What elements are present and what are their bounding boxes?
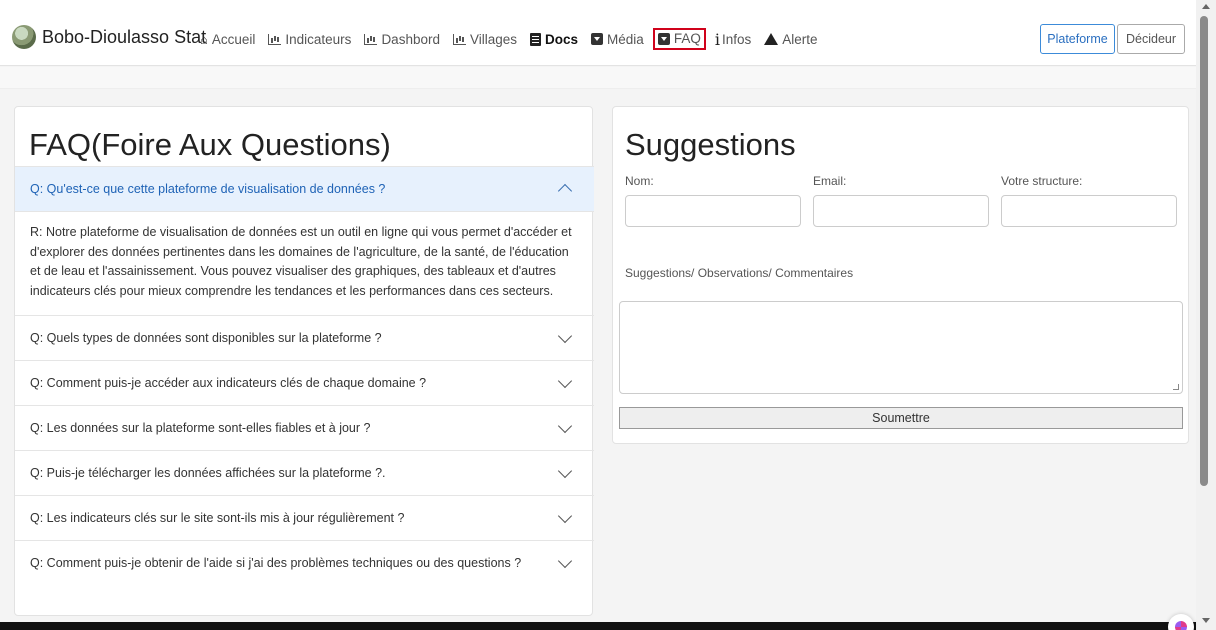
submit-button[interactable]: Soumettre [619,407,1183,429]
faq-title: FAQ(Foire Aux Questions) [29,127,391,162]
faq-question-header[interactable]: Q: Puis-je télécharger les données affic… [15,451,594,495]
nav-indicateurs[interactable]: Indicateurs [268,32,351,47]
structure-input[interactable] [1001,195,1177,227]
nom-input[interactable] [625,195,801,227]
nav-villages[interactable]: Villages [452,31,518,47]
nom-label: Nom: [625,174,654,188]
assistant-button[interactable] [1168,614,1194,630]
nav-infos[interactable]: i Infos [715,30,751,49]
faq-accordion: Q: Qu'est-ce que cette plateforme de vis… [15,166,594,585]
brand-logo [12,25,36,49]
faq-question: Q: Quels types de données sont disponibl… [30,331,382,345]
nav-docs[interactable]: Docs [530,32,578,47]
faq-card: FAQ(Foire Aux Questions) Q: Qu'est-ce qu… [14,106,594,616]
decideur-button[interactable]: Décideur [1117,24,1185,54]
main-nav: ⌂ Accueil Indicateurs Dashbord Villages … [200,28,831,50]
nav-alerte[interactable]: Alerte [764,31,818,47]
media-icon [591,33,604,45]
faq-item: Q: Quels types de données sont disponibl… [15,315,594,360]
chevron-up-icon [557,183,573,199]
faq-question-header[interactable]: Q: Quels types de données sont disponibl… [15,316,594,360]
suggestions-title: Suggestions [625,127,796,162]
chevron-down-icon [557,328,573,344]
chevron-down-icon [557,553,573,569]
nav-docs-label: Docs [545,31,579,47]
faq-item: Q: Les indicateurs clés sur le site sont… [15,495,594,540]
comments-textarea[interactable] [619,301,1183,394]
nav-alerte-label: Alerte [782,31,818,47]
faq-answer: R: Notre plateforme de visualisation de … [15,211,594,315]
faq-question: Q: Comment puis-je obtenir de l'aide si … [30,556,522,570]
brand[interactable]: Bobo-Dioulasso Stat [12,24,206,50]
faq-question: Q: Puis-je télécharger les données affic… [30,466,386,480]
nav-villages-label: Villages [469,31,518,47]
faq-question-header[interactable]: Q: Qu'est-ce que cette plateforme de vis… [15,167,594,211]
comments-label: Suggestions/ Observations/ Commentaires [625,266,854,280]
bottom-edge [0,622,1196,630]
scroll-up-arrow-icon[interactable] [1202,4,1210,9]
email-input[interactable] [813,195,989,227]
bar-chart-icon [268,33,282,45]
home-icon: ⌂ [200,31,208,47]
chevron-down-icon [557,463,573,479]
nav-media-label: Média [607,31,644,47]
nav-dashbord[interactable]: Dashbord [364,32,440,47]
nav-indicateurs-label: Indicateurs [285,31,352,47]
faq-item: Q: Les données sur la plateforme sont-el… [15,405,594,450]
faq-question: Q: Qu'est-ce que cette plateforme de vis… [30,182,386,196]
warning-icon [764,33,779,45]
chevron-down-icon [557,508,573,524]
faq-question: Q: Les données sur la plateforme sont-el… [30,421,371,435]
view-toggle: Plateforme Décideur [1040,24,1185,54]
nav-media[interactable]: Média [591,32,644,47]
faq-item: Q: Puis-je télécharger les données affic… [15,450,594,495]
structure-label: Votre structure: [1001,174,1083,188]
scroll-down-arrow-icon[interactable] [1202,618,1210,623]
bar-chart-icon [452,33,466,45]
faq-item: Q: Qu'est-ce que cette plateforme de vis… [15,166,594,315]
bar-chart-icon [364,33,378,45]
faq-question-header[interactable]: Q: Comment puis-je accéder aux indicateu… [15,361,594,405]
top-navbar: Bobo-Dioulasso Stat ⌂ Accueil Indicateur… [0,0,1196,66]
nav-accueil[interactable]: ⌂ Accueil [200,32,255,47]
faq-question: Q: Comment puis-je accéder aux indicateu… [30,376,427,390]
faq-item: Q: Comment puis-je obtenir de l'aide si … [15,540,594,585]
brain-icon [1175,621,1187,630]
faq-question: Q: Les indicateurs clés sur le site sont… [30,511,405,525]
faq-question-header[interactable]: Q: Les indicateurs clés sur le site sont… [15,496,594,540]
brand-name: Bobo-Dioulasso Stat [42,26,207,47]
plateforme-button[interactable]: Plateforme [1040,24,1115,54]
nav-infos-label: Infos [721,31,752,47]
document-icon [530,32,542,46]
chevron-down-icon [557,418,573,434]
sub-header [0,67,1196,89]
faq-question-header[interactable]: Q: Comment puis-je obtenir de l'aide si … [15,541,594,585]
nav-faq[interactable]: FAQ [652,28,706,50]
nav-dashbord-label: Dashbord [381,31,440,47]
info-icon: i [714,29,720,49]
nav-faq-label: FAQ [673,31,701,46]
faq-icon [657,32,670,45]
faq-item: Q: Comment puis-je accéder aux indicateu… [15,360,594,405]
suggestions-card: Suggestions Nom: Email: Votre structure:… [612,106,1189,444]
email-label: Email: [813,174,847,188]
chevron-down-icon [557,373,573,389]
scrollbar-thumb[interactable] [1200,16,1208,486]
nav-accueil-label: Accueil [211,31,256,47]
faq-question-header[interactable]: Q: Les données sur la plateforme sont-el… [15,406,594,450]
